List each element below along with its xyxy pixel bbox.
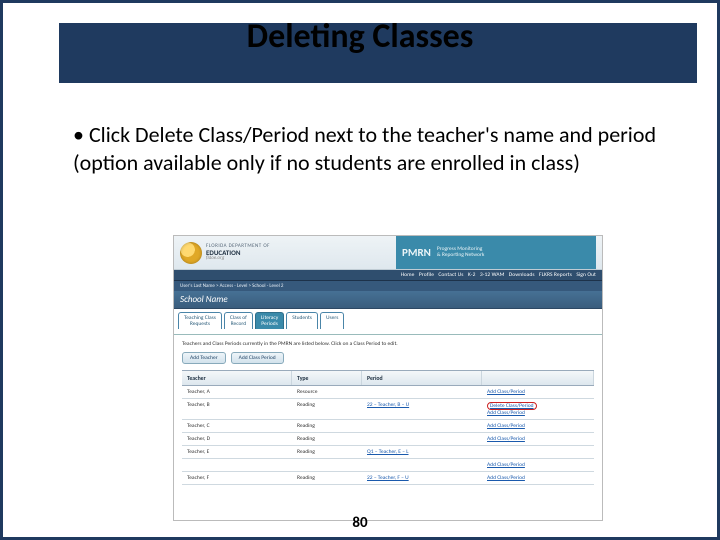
pmrn-banner: PMRN Progress Monitoring & Reporting Net… xyxy=(396,236,596,269)
slide-title: Deleting Classes xyxy=(3,16,717,57)
nav-downloads[interactable]: Downloads xyxy=(509,272,535,278)
tab-users[interactable]: Users xyxy=(320,312,344,329)
col-teacher: Teacher xyxy=(182,371,292,385)
cell-actions: Add Class/Period xyxy=(482,420,594,432)
add-class-period-link[interactable]: Add Class/Period xyxy=(487,436,525,442)
col-period: Period xyxy=(362,371,482,385)
tab-bar: Teaching ClassRequests Class ofRecord Li… xyxy=(174,309,602,335)
period-link[interactable]: 22 – Teacher, F – U xyxy=(367,475,409,481)
period-link[interactable]: Q1 – Teacher, E – L xyxy=(367,449,409,455)
pmrn-logo: PMRN xyxy=(402,246,431,259)
florida-seal-icon xyxy=(180,242,202,264)
breadcrumb: User's Last Name > Access - Level > Scho… xyxy=(174,281,602,291)
cell-teacher: Teacher, D xyxy=(182,433,292,445)
top-nav: Home Profile Contact Us K-2 3-12 WAM Dow… xyxy=(174,270,602,281)
nav-signout[interactable]: Sign Out xyxy=(576,272,596,278)
table-row: Teacher, E Reading Q1 – Teacher, E – L xyxy=(182,446,594,459)
cell-actions: Add Class/Period xyxy=(482,459,594,471)
period-link[interactable]: 22 – Teacher, B – U xyxy=(367,402,409,408)
add-class-period-link[interactable]: Add Class/Period xyxy=(487,462,525,468)
bullet-content: Click Delete Class/Period next to the te… xyxy=(73,121,656,176)
cell-type: Resource xyxy=(292,386,362,398)
bullet-text: • Click Delete Class/Period next to the … xyxy=(73,121,657,176)
pmrn-sub2: & Reporting Network xyxy=(437,253,484,259)
cell-teacher: Teacher, E xyxy=(182,446,292,458)
table-row: Teacher, B Reading 22 – Teacher, B – U D… xyxy=(182,399,594,420)
nav-k2[interactable]: K-2 xyxy=(468,272,476,278)
dept-of-ed-logo-text: FLORIDA DEPARTMENT OF EDUCATION fldoe.or… xyxy=(206,244,270,261)
cell-type: Reading xyxy=(292,399,362,419)
nav-profile[interactable]: Profile xyxy=(419,272,434,278)
cell-type: Reading xyxy=(292,420,362,432)
cell-actions: Add Class/Period xyxy=(482,386,594,398)
add-class-period-link[interactable]: Add Class/Period xyxy=(487,423,525,429)
cell-type: Reading xyxy=(292,446,362,458)
cell-period xyxy=(362,420,482,432)
teacher-table: Teacher Type Period Teacher, A Resource … xyxy=(182,370,594,485)
cell-teacher: Teacher, A xyxy=(182,386,292,398)
table-row: Add Class/Period xyxy=(182,459,594,472)
cell-actions: Delete Class/PeriodAdd Class/Period xyxy=(482,399,594,419)
cell-type: Reading xyxy=(292,472,362,484)
page-number: 80 xyxy=(3,514,717,532)
col-actions xyxy=(482,371,594,385)
add-class-period-button[interactable]: Add Class Period xyxy=(231,352,284,364)
tab-class-of-record[interactable]: Class ofRecord xyxy=(224,312,253,329)
table-row: Teacher, D Reading Add Class/Period xyxy=(182,433,594,446)
app-header: FLORIDA DEPARTMENT OF EDUCATION fldoe.or… xyxy=(174,236,602,270)
action-buttons: Add Teacher Add Class Period xyxy=(174,352,602,370)
cell-type: Reading xyxy=(292,433,362,445)
add-teacher-button[interactable]: Add Teacher xyxy=(182,352,226,364)
table-header: Teacher Type Period xyxy=(182,370,594,386)
add-class-period-link[interactable]: Add Class/Period xyxy=(487,410,525,416)
nav-contact[interactable]: Contact Us xyxy=(438,272,463,278)
cell-teacher: Teacher, F xyxy=(182,472,292,484)
nav-home[interactable]: Home xyxy=(401,272,415,278)
add-class-period-link[interactable]: Add Class/Period xyxy=(487,389,525,395)
table-row: Teacher, F Reading 22 – Teacher, F – U A… xyxy=(182,472,594,485)
cell-actions: Add Class/Period xyxy=(482,472,594,484)
cell-teacher: Teacher, C xyxy=(182,420,292,432)
nav-flkrs[interactable]: FLKRS Reports xyxy=(539,272,572,278)
cell-teacher: Teacher, B xyxy=(182,399,292,419)
tab-teaching-class[interactable]: Teaching ClassRequests xyxy=(178,312,222,329)
tab-literacy-periods[interactable]: LiteracyPeriods xyxy=(255,312,284,329)
cell-actions: Add Class/Period xyxy=(482,433,594,445)
instruction-text: Teachers and Class Periods currently in … xyxy=(174,335,602,352)
col-type: Type xyxy=(292,371,362,385)
cell-period xyxy=(362,386,482,398)
cell-period xyxy=(362,433,482,445)
school-name: School Name xyxy=(174,291,602,309)
nav-312wam[interactable]: 3-12 WAM xyxy=(480,272,505,278)
add-class-period-link[interactable]: Add Class/Period xyxy=(487,475,525,481)
table-row: Teacher, A Resource Add Class/Period xyxy=(182,386,594,399)
tab-students[interactable]: Students xyxy=(286,312,318,329)
delete-class-period-link[interactable]: Delete Class/Period xyxy=(487,402,537,410)
table-row: Teacher, C Reading Add Class/Period xyxy=(182,420,594,433)
embedded-screenshot: FLORIDA DEPARTMENT OF EDUCATION fldoe.or… xyxy=(173,235,603,521)
